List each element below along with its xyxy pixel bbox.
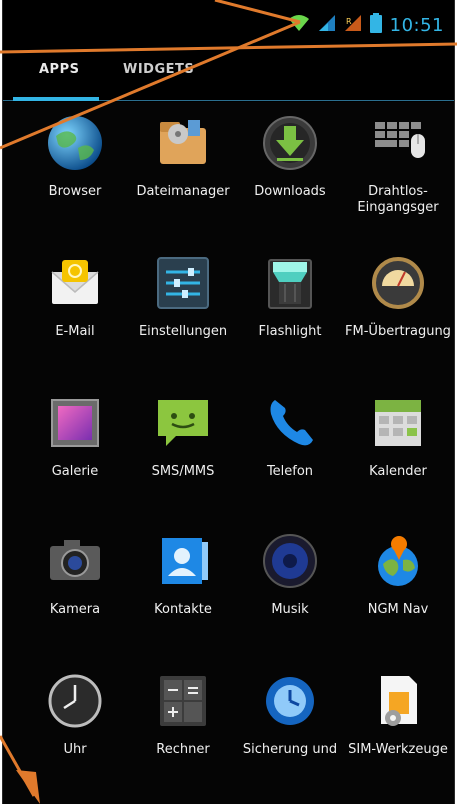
app-wireless-input[interactable]: Drahtlos-Eingangsger [342,112,454,216]
tab-apps[interactable]: APPS [39,62,79,77]
camera-icon [44,530,106,592]
app-label: Downloads [254,184,326,199]
app-label: Dateimanager [136,184,230,199]
app-file-manager[interactable]: Dateimanager [127,112,239,200]
app-label: Telefon [266,464,314,479]
app-browser[interactable]: Browser [19,112,131,200]
app-camera[interactable]: Kamera [19,530,131,618]
settings-sliders-icon [152,252,214,314]
app-label: Kalender [369,464,427,479]
contacts-icon [152,530,214,592]
app-phone[interactable]: Telefon [234,392,346,480]
app-ngm-nav[interactable]: NGM Nav [342,530,454,618]
app-label: SMS/MMS [151,464,215,479]
calculator-icon [152,670,214,732]
app-calendar[interactable]: Kalender [342,392,454,480]
app-label: Galerie [51,464,99,479]
app-label: Sicherung und [242,742,338,757]
clock-icon [44,670,106,732]
messaging-icon [152,392,214,454]
signal-icon [318,14,336,36]
roaming-signal-icon: R [344,14,362,36]
status-icons: R 10:51 [288,13,444,37]
app-label: Kontakte [154,602,212,617]
phone-icon [259,392,321,454]
gallery-icon [44,392,106,454]
app-sim-toolkit[interactable]: SIM-Werkzeuge [342,670,454,758]
wireless-input-icon [367,112,429,174]
app-settings[interactable]: Einstellungen [127,252,239,340]
svg-text:R: R [346,17,352,26]
app-contacts[interactable]: Kontakte [127,530,239,618]
app-label: SIM-Werkzeuge [348,742,448,757]
screenshot-frame: R 10:51 APPS WIDGETS Browser Dateimanage… [0,0,457,804]
browser-globe-icon [44,112,106,174]
app-label: E-Mail [55,324,95,339]
app-backup[interactable]: Sicherung und [234,670,346,758]
status-bar: R 10:51 [3,0,454,48]
app-downloads[interactable]: Downloads [234,112,346,200]
app-clock[interactable]: Uhr [19,670,131,758]
file-manager-icon [152,112,214,174]
tab-widgets[interactable]: WIDGETS [123,62,194,77]
drawer-tabs: APPS WIDGETS [3,48,454,102]
app-calculator[interactable]: Rechner [127,670,239,758]
tab-apps-indicator [13,97,99,101]
app-label: Browser [48,184,102,199]
status-time: 10:51 [389,14,444,36]
app-music[interactable]: Musik [234,530,346,618]
app-gallery[interactable]: Galerie [19,392,131,480]
flashlight-icon [259,252,321,314]
calendar-icon [367,392,429,454]
app-fm-transmitter[interactable]: FM-Übertragung [342,252,454,340]
app-messaging[interactable]: SMS/MMS [127,392,239,480]
app-label: Rechner [156,742,210,757]
sim-toolkit-icon [367,670,429,732]
fm-transmitter-icon [367,252,429,314]
app-label: FM-Übertragung [345,324,451,339]
backup-icon [259,670,321,732]
wifi-icon [288,14,310,36]
app-label: Musik [271,602,309,617]
app-email[interactable]: E-Mail [19,252,131,340]
app-label: Flashlight [258,324,322,339]
app-label: Uhr [63,742,87,757]
phone-screen: R 10:51 APPS WIDGETS Browser Dateimanage… [2,0,455,804]
email-icon [44,252,106,314]
app-label: Einstellungen [138,324,228,339]
app-label: Drahtlos-Eingangsger [357,184,439,215]
battery-icon [369,13,382,37]
downloads-icon [259,112,321,174]
app-flashlight[interactable]: Flashlight [234,252,346,340]
app-label: Kamera [49,602,101,617]
navigation-globe-icon [367,530,429,592]
app-label: NGM Nav [367,602,429,617]
music-speaker-icon [259,530,321,592]
app-grid: Browser Dateimanager Downloads Drahtlos-… [3,106,454,804]
